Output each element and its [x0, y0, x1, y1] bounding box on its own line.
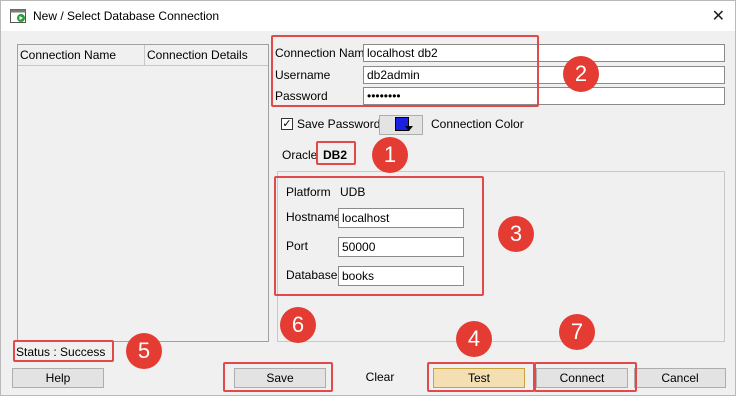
annotation-badge-2: 2	[563, 56, 599, 92]
highlight-status	[13, 340, 114, 362]
title-bar: New / Select Database Connection ✕	[1, 1, 735, 31]
annotation-badge-4: 4	[456, 321, 492, 357]
tab-oracle[interactable]: Oracle	[282, 148, 317, 162]
highlight-connect-button	[534, 362, 637, 392]
dialog-window: New / Select Database Connection ✕ Conne…	[0, 0, 736, 396]
connection-list-header: Connection Name Connection Details	[18, 45, 268, 66]
column-connection-details[interactable]: Connection Details	[145, 45, 248, 65]
annotation-badge-1: 1	[372, 137, 408, 173]
annotation-badge-5: 5	[126, 333, 162, 369]
highlight-db2-settings	[274, 176, 484, 296]
highlight-connection-fields	[271, 35, 539, 107]
highlight-db2-tab	[316, 141, 356, 165]
database-app-icon	[10, 9, 26, 23]
annotation-badge-7: 7	[559, 314, 595, 350]
annotation-badge-3: 3	[498, 216, 534, 252]
clear-button[interactable]: Clear	[334, 368, 426, 388]
help-button[interactable]: Help	[12, 368, 104, 388]
connection-color-label: Connection Color	[431, 117, 524, 131]
cancel-button[interactable]: Cancel	[634, 368, 726, 388]
annotation-badge-6: 6	[280, 307, 316, 343]
dropdown-arrow-icon	[405, 126, 413, 131]
save-password-label: Save Password	[297, 117, 381, 131]
column-connection-name[interactable]: Connection Name	[18, 45, 145, 65]
highlight-test-button	[427, 362, 535, 392]
window-title: New / Select Database Connection	[33, 9, 220, 23]
save-password-checkbox[interactable]: ✓	[281, 118, 293, 130]
connection-list[interactable]: Connection Name Connection Details	[17, 44, 269, 342]
highlight-save-button	[223, 362, 333, 392]
close-icon[interactable]: ✕	[712, 6, 725, 26]
